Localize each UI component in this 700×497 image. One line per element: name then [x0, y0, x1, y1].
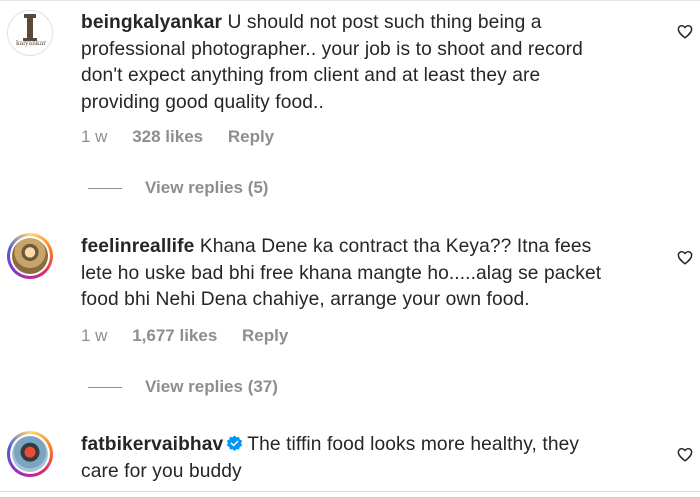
heart-outline-icon[interactable]: [677, 24, 693, 39]
reply-button[interactable]: Reply: [228, 127, 274, 146]
avatar[interactable]: [7, 233, 53, 279]
bottom-divider: [0, 491, 700, 492]
comment-line: food bhi Nehi Dena chahiye, arrange your…: [81, 289, 530, 310]
comment-username[interactable]: fatbikervaibhav: [81, 434, 223, 455]
comment-meta: 1 w 328 likes Reply: [81, 127, 294, 147]
comment-username[interactable]: feelinreallife: [81, 236, 194, 257]
verified-badge-icon: [227, 435, 243, 451]
heart-outline-icon[interactable]: [677, 250, 693, 265]
comment-line: The tiffin food looks more healthy, they: [247, 434, 580, 455]
comment-line: U should not post such thing being a: [227, 12, 542, 33]
comment-text: feelinreallife Khana Dene ka contract th…: [81, 234, 671, 314]
comment-username[interactable]: beingkalyankar: [81, 12, 222, 33]
comment-likes[interactable]: 328 likes: [132, 127, 203, 146]
comment-line: Khana Dene ka contract tha Keya?? Itna f…: [199, 236, 592, 257]
comment-time: 1 w: [81, 326, 108, 345]
avatar-image: [12, 238, 48, 274]
comment-text: beingkalyankar U should not post such th…: [81, 10, 671, 116]
comment-line: lete ho uske bad bhi free khana mangte h…: [81, 262, 602, 284]
avatar[interactable]: [7, 431, 53, 477]
comment-time: 1 w: [81, 127, 108, 146]
comment-meta: 1 w 1,677 likes Reply: [81, 326, 308, 346]
top-divider: [0, 0, 700, 1]
view-replies-button[interactable]: View replies (5): [145, 178, 268, 198]
comment-likes[interactable]: 1,677 likes: [132, 326, 217, 345]
comment-text: fatbikervaibhav The tiffin food looks mor…: [81, 432, 671, 485]
reply-button[interactable]: Reply: [242, 326, 288, 345]
replies-dash: [88, 188, 122, 189]
replies-dash: [88, 387, 122, 388]
tower-logo-icon: kalyankar: [8, 11, 52, 55]
comment-line: professional photographer.. your job is …: [81, 38, 583, 60]
heart-outline-icon[interactable]: [677, 447, 693, 462]
avatar[interactable]: kalyankar: [7, 10, 53, 56]
comment-line: don't expect anything from client and at…: [81, 65, 541, 86]
view-replies-button[interactable]: View replies (37): [145, 377, 278, 397]
comment-line: care for you buddy: [81, 460, 242, 482]
avatar-image: [12, 436, 48, 472]
comment-line: providing good quality food..: [81, 91, 324, 113]
avatar-logo-text: kalyankar: [15, 40, 47, 47]
